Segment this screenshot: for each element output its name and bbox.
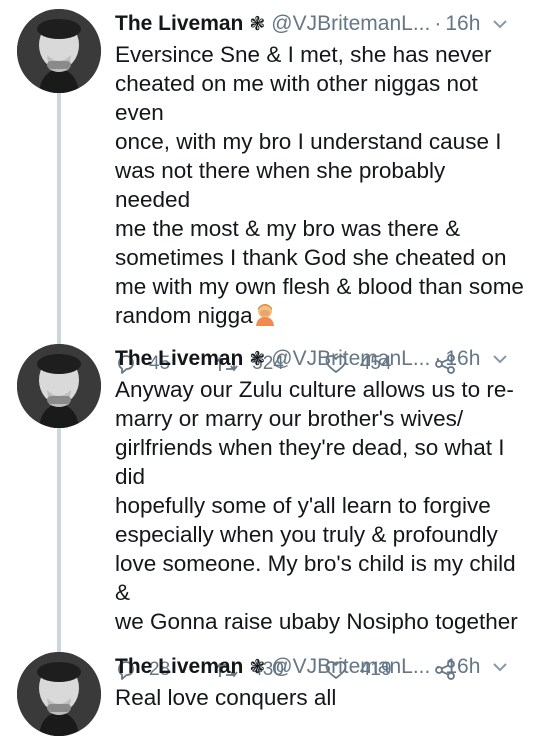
chevron-down-icon[interactable] bbox=[492, 662, 508, 672]
badge-icon: ❃ bbox=[249, 348, 266, 370]
tweet-text: Real love conquers all bbox=[115, 685, 337, 710]
timestamp[interactable]: 16h bbox=[445, 12, 480, 36]
avatar[interactable] bbox=[17, 344, 101, 428]
avatar[interactable] bbox=[17, 652, 101, 736]
chevron-down-icon[interactable] bbox=[492, 19, 508, 29]
separator: · bbox=[434, 655, 442, 678]
facepalm-emoji-icon bbox=[253, 302, 277, 326]
display-name[interactable]: The Liveman bbox=[115, 347, 243, 371]
separator: · bbox=[434, 347, 442, 370]
thread-line bbox=[57, 400, 61, 652]
display-name[interactable]: The Liveman bbox=[115, 12, 243, 36]
username[interactable]: @VJBritemanL... bbox=[271, 347, 430, 371]
timestamp[interactable]: 16h bbox=[445, 347, 480, 371]
badge-icon: ❃ bbox=[249, 656, 266, 678]
display-name[interactable]: The Liveman bbox=[115, 655, 243, 679]
tweet-text-body: Eversince Sne & I met, she has never che… bbox=[115, 42, 524, 328]
thread-line bbox=[57, 92, 61, 344]
tweet-text: Anyway our Zulu culture allows us to re-… bbox=[115, 377, 518, 634]
username[interactable]: @VJBritemanL... bbox=[271, 12, 430, 36]
badge-icon: ❃ bbox=[249, 13, 266, 35]
chevron-down-icon[interactable] bbox=[492, 354, 508, 364]
tweet-header: The Liveman ❃ @VJBritemanL... · 16h bbox=[115, 652, 525, 682]
avatar[interactable] bbox=[17, 9, 101, 93]
timestamp[interactable]: 16h bbox=[445, 655, 480, 679]
username[interactable]: @VJBritemanL... bbox=[271, 655, 430, 679]
tweet-header: The Liveman ❃ @VJBritemanL... · 16h bbox=[115, 344, 525, 374]
tweet-text: Eversince Sne & I met, she has never che… bbox=[115, 40, 525, 330]
separator: · bbox=[434, 12, 442, 35]
tweet-header: The Liveman ❃ @VJBritemanL... · 16h bbox=[115, 9, 525, 39]
